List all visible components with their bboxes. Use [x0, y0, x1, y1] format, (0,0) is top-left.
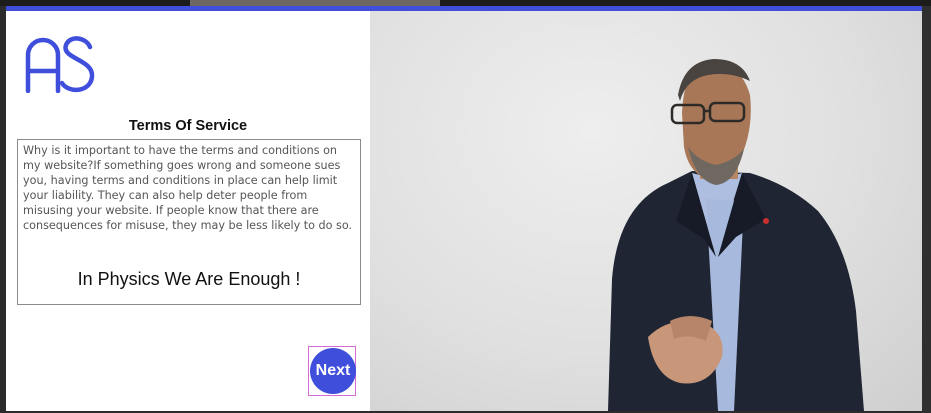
tagline: In Physics We Are Enough ! — [77, 269, 301, 289]
next-button-focus-outline: Next — [308, 346, 356, 396]
terms-textarea[interactable]: Why is it important to have the terms an… — [17, 139, 361, 305]
left-panel: Terms Of Service Why is it important to … — [6, 11, 370, 411]
terms-body: Why is it important to have the terms an… — [23, 144, 353, 232]
hero-image — [370, 11, 922, 411]
brand-logo — [25, 36, 95, 93]
terms-dialog: Terms Of Service Why is it important to … — [6, 11, 922, 411]
next-button[interactable]: Next — [310, 348, 356, 394]
presenter-photo — [608, 59, 864, 411]
window-edge — [922, 6, 931, 413]
terms-title: Terms Of Service — [128, 118, 248, 134]
